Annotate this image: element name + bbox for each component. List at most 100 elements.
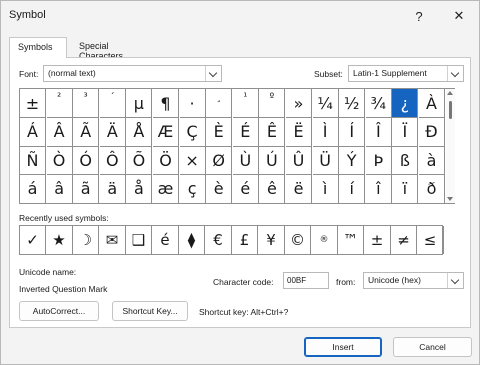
symbol-cell[interactable]: ¸ (206, 89, 233, 118)
recent-symbol-cell[interactable]: ❑ (126, 226, 152, 254)
symbol-cell[interactable]: Ç (179, 117, 206, 147)
symbol-cell[interactable]: Ï (392, 117, 419, 147)
recent-symbol-cell[interactable]: ® (312, 226, 338, 254)
recent-symbol-cell[interactable]: ¥ (259, 226, 285, 254)
symbol-cell[interactable]: ³ (73, 89, 100, 118)
symbol-cell[interactable]: » (286, 89, 312, 118)
symbol-cell[interactable]: Û (286, 146, 312, 175)
symbol-cell[interactable]: Å (126, 117, 153, 147)
recent-symbol-cell[interactable]: ★ (47, 226, 73, 254)
symbol-cell[interactable]: Ê (259, 117, 286, 147)
symbol-cell[interactable]: è (206, 174, 233, 204)
font-dropdown[interactable]: (normal text) (43, 65, 222, 82)
autocorrect-button[interactable]: AutoCorrect... (19, 301, 99, 321)
scroll-thumb[interactable] (449, 101, 452, 119)
symbol-cell[interactable]: Ô (99, 146, 126, 175)
recent-symbol-cell[interactable]: © (285, 226, 311, 254)
symbol-cell[interactable]: ¶ (153, 89, 179, 118)
symbol-cell[interactable]: Ý (339, 146, 366, 175)
symbol-cell[interactable]: â (46, 174, 73, 204)
help-icon: ? (415, 8, 423, 24)
symbol-cell[interactable]: ê (259, 174, 286, 204)
symbol-cell[interactable]: é (232, 174, 259, 204)
symbol-cell[interactable]: Ä (99, 117, 126, 147)
symbol-cell[interactable]: µ (126, 89, 153, 118)
symbol-cell[interactable]: ´ (99, 89, 126, 118)
symbol-cell[interactable]: Ù (232, 146, 259, 175)
subset-dropdown-arrow[interactable] (447, 66, 463, 81)
symbol-cell[interactable]: Í (339, 117, 366, 147)
recent-symbol-cell[interactable]: ✉ (100, 226, 126, 254)
symbol-cell[interactable]: Ñ (20, 146, 46, 175)
help-button[interactable]: ? (401, 1, 437, 31)
symbol-cell[interactable]: ä (99, 174, 126, 204)
recent-symbol-cell[interactable]: ⧫ (179, 226, 205, 254)
symbol-cell[interactable]: È (206, 117, 233, 147)
symbol-cell[interactable]: º (259, 89, 286, 118)
symbol-cell[interactable]: Ú (259, 146, 286, 175)
tab-special-characters[interactable]: Special Characters (71, 37, 163, 61)
character-code-input[interactable]: 00BF (283, 272, 329, 289)
recent-symbol-cell[interactable]: £ (232, 226, 258, 254)
font-dropdown-arrow[interactable] (205, 66, 221, 81)
symbol-cell[interactable]: ì (312, 174, 339, 204)
symbol-cell[interactable]: Ì (312, 117, 339, 147)
symbol-cell[interactable]: ± (20, 89, 46, 118)
symbol-cell[interactable]: å (126, 174, 153, 204)
symbol-cell[interactable]: ² (46, 89, 73, 118)
recent-symbol-cell[interactable]: € (206, 226, 232, 254)
symbol-cell[interactable]: × (179, 146, 206, 175)
symbol-cell[interactable]: í (339, 174, 366, 204)
symbol-cell[interactable]: Á (20, 117, 46, 147)
symbol-cell[interactable]: ï (392, 174, 419, 204)
shortcut-key-button[interactable]: Shortcut Key... (112, 301, 188, 321)
symbol-cell[interactable]: ß (392, 146, 419, 175)
recent-symbol-cell[interactable]: ™ (338, 226, 364, 254)
symbol-cell[interactable]: Ö (153, 146, 179, 175)
symbol-cell[interactable]: ¾ (365, 89, 392, 118)
symbol-cell[interactable]: Ë (286, 117, 312, 147)
symbol-cell[interactable]: ë (286, 174, 312, 204)
symbol-cell[interactable]: Æ (153, 117, 179, 147)
symbol-cell[interactable]: à (419, 146, 445, 175)
symbol-cell[interactable]: · (179, 89, 206, 118)
symbol-cell[interactable]: î (365, 174, 392, 204)
symbol-cell[interactable]: ã (73, 174, 100, 204)
symbol-cell[interactable]: Ã (73, 117, 100, 147)
close-button[interactable]: ✕ (441, 1, 477, 31)
symbol-cell[interactable]: ç (179, 174, 206, 204)
symbol-cell[interactable]: Ü (312, 146, 339, 175)
symbol-cell[interactable]: À (419, 89, 445, 118)
symbol-cell[interactable]: Ð (419, 117, 445, 147)
scroll-up-icon[interactable] (447, 91, 453, 95)
symbol-cell[interactable]: Ø (206, 146, 233, 175)
symbol-cell[interactable]: É (232, 117, 259, 147)
symbol-cell[interactable]: Õ (126, 146, 153, 175)
symbol-cell[interactable]: á (20, 174, 46, 204)
symbol-cell[interactable]: Î (365, 117, 392, 147)
recent-symbol-cell[interactable]: ✓ (20, 226, 46, 254)
symbol-cell[interactable]: æ (153, 174, 179, 204)
cancel-button[interactable]: Cancel (393, 337, 472, 357)
recent-symbol-cell[interactable]: ☽ (73, 226, 99, 254)
recent-symbol-cell[interactable]: ≤ (418, 226, 444, 254)
symbol-cell[interactable]: Ó (73, 146, 100, 175)
insert-button[interactable]: Insert (304, 337, 382, 357)
symbol-cell[interactable]: Â (46, 117, 73, 147)
tab-symbols[interactable]: Symbols (9, 37, 67, 58)
from-dropdown-arrow[interactable] (447, 273, 463, 288)
symbol-cell[interactable]: ¹ (232, 89, 259, 118)
recent-symbol-cell[interactable]: ± (365, 226, 391, 254)
grid-scrollbar[interactable] (446, 89, 455, 203)
symbol-cell[interactable]: ¼ (312, 89, 339, 118)
recent-symbol-cell[interactable]: é (153, 226, 179, 254)
symbol-cell[interactable]: ½ (339, 89, 366, 118)
scroll-down-icon[interactable] (447, 197, 453, 201)
symbol-cell[interactable]: Þ (365, 146, 392, 175)
symbol-cell[interactable]: ¿ (392, 89, 419, 118)
symbol-cell[interactable]: ð (419, 174, 445, 204)
from-dropdown[interactable]: Unicode (hex) (363, 272, 464, 289)
subset-dropdown[interactable]: Latin-1 Supplement (348, 65, 464, 82)
symbol-cell[interactable]: Ò (46, 146, 73, 175)
recent-symbol-cell[interactable]: ≠ (391, 226, 417, 254)
